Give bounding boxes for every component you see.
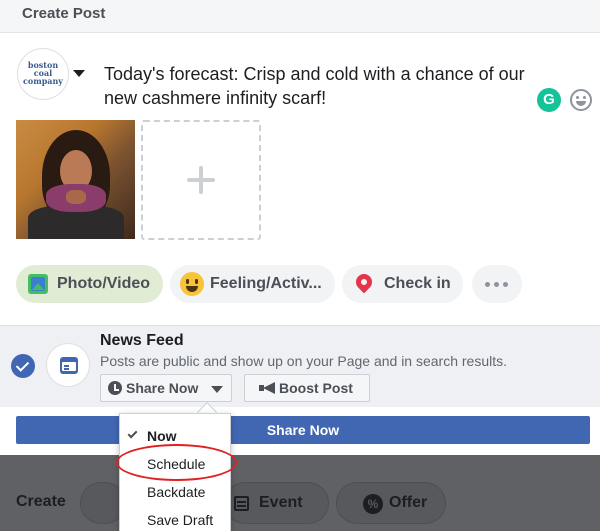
menu-item-label: Save Draft — [147, 512, 214, 528]
location-pin-icon — [352, 270, 376, 294]
page-avatar[interactable]: boston coal company — [17, 48, 69, 100]
create-section-label: Create — [16, 493, 66, 510]
clock-icon — [108, 381, 122, 395]
photo-hands — [66, 190, 86, 204]
news-feed-icon — [60, 357, 78, 374]
avatar-logo-text: boston coal company — [23, 60, 63, 86]
emoji-picker-icon[interactable] — [570, 89, 592, 111]
news-feed-description: Posts are public and show up on your Pag… — [100, 353, 508, 369]
photo-icon — [28, 274, 48, 294]
avatar-caret-icon[interactable] — [73, 70, 85, 77]
composer-title: Create Post — [22, 5, 106, 22]
menu-item-label: Schedule — [147, 456, 206, 472]
background-event-button: Event — [224, 482, 329, 524]
smiley-icon — [180, 272, 204, 296]
chevron-down-icon — [211, 386, 223, 393]
feeling-activity-button[interactable]: Feeling/Activ... — [170, 265, 335, 303]
menu-item-schedule[interactable]: Schedule — [120, 450, 230, 478]
share-timing-dropdown[interactable]: Share Now — [100, 374, 232, 402]
photo-video-label: Photo/Video — [57, 275, 151, 292]
boost-post-label: Boost Post — [279, 380, 353, 396]
checkmark-icon — [127, 428, 138, 439]
check-in-label: Check in — [384, 275, 451, 292]
plus-icon — [187, 166, 215, 194]
news-feed-title: News Feed — [100, 332, 184, 349]
create-post-card: Create Post boston coal company Today's … — [0, 0, 600, 455]
offer-percent-icon: % — [363, 494, 383, 514]
boost-post-button[interactable]: Boost Post — [244, 374, 370, 402]
composer-header: Create Post — [0, 0, 600, 33]
megaphone-icon — [259, 382, 275, 394]
event-label: Event — [259, 494, 303, 511]
share-timing-menu: Now Schedule Backdate Save Draft — [119, 413, 231, 531]
news-feed-checkbox[interactable] — [11, 354, 35, 378]
background-offer-button: % Offer — [336, 482, 446, 524]
menu-item-now[interactable]: Now — [120, 422, 230, 450]
offer-label: Offer — [389, 494, 428, 511]
check-in-button[interactable]: Check in — [342, 265, 463, 303]
ellipsis-icon — [485, 282, 490, 287]
menu-item-label: Backdate — [147, 484, 206, 500]
photo-video-button[interactable]: Photo/Video — [16, 265, 163, 303]
share-timing-label: Share Now — [126, 380, 199, 396]
attached-photo-thumbnail[interactable] — [16, 120, 135, 239]
more-options-button[interactable] — [472, 265, 522, 303]
add-photo-button[interactable] — [141, 120, 261, 240]
feeling-activity-label: Feeling/Activ... — [210, 275, 322, 292]
share-now-button[interactable]: Share Now — [16, 416, 590, 444]
grammarly-icon[interactable]: G — [537, 88, 561, 112]
menu-item-backdate[interactable]: Backdate — [120, 478, 230, 506]
post-text-input[interactable]: Today's forecast: Crisp and cold with a … — [104, 62, 544, 110]
menu-item-save-draft[interactable]: Save Draft — [120, 506, 230, 531]
news-feed-icon-badge — [46, 343, 90, 387]
calendar-icon — [234, 496, 249, 511]
menu-item-label: Now — [147, 428, 177, 444]
